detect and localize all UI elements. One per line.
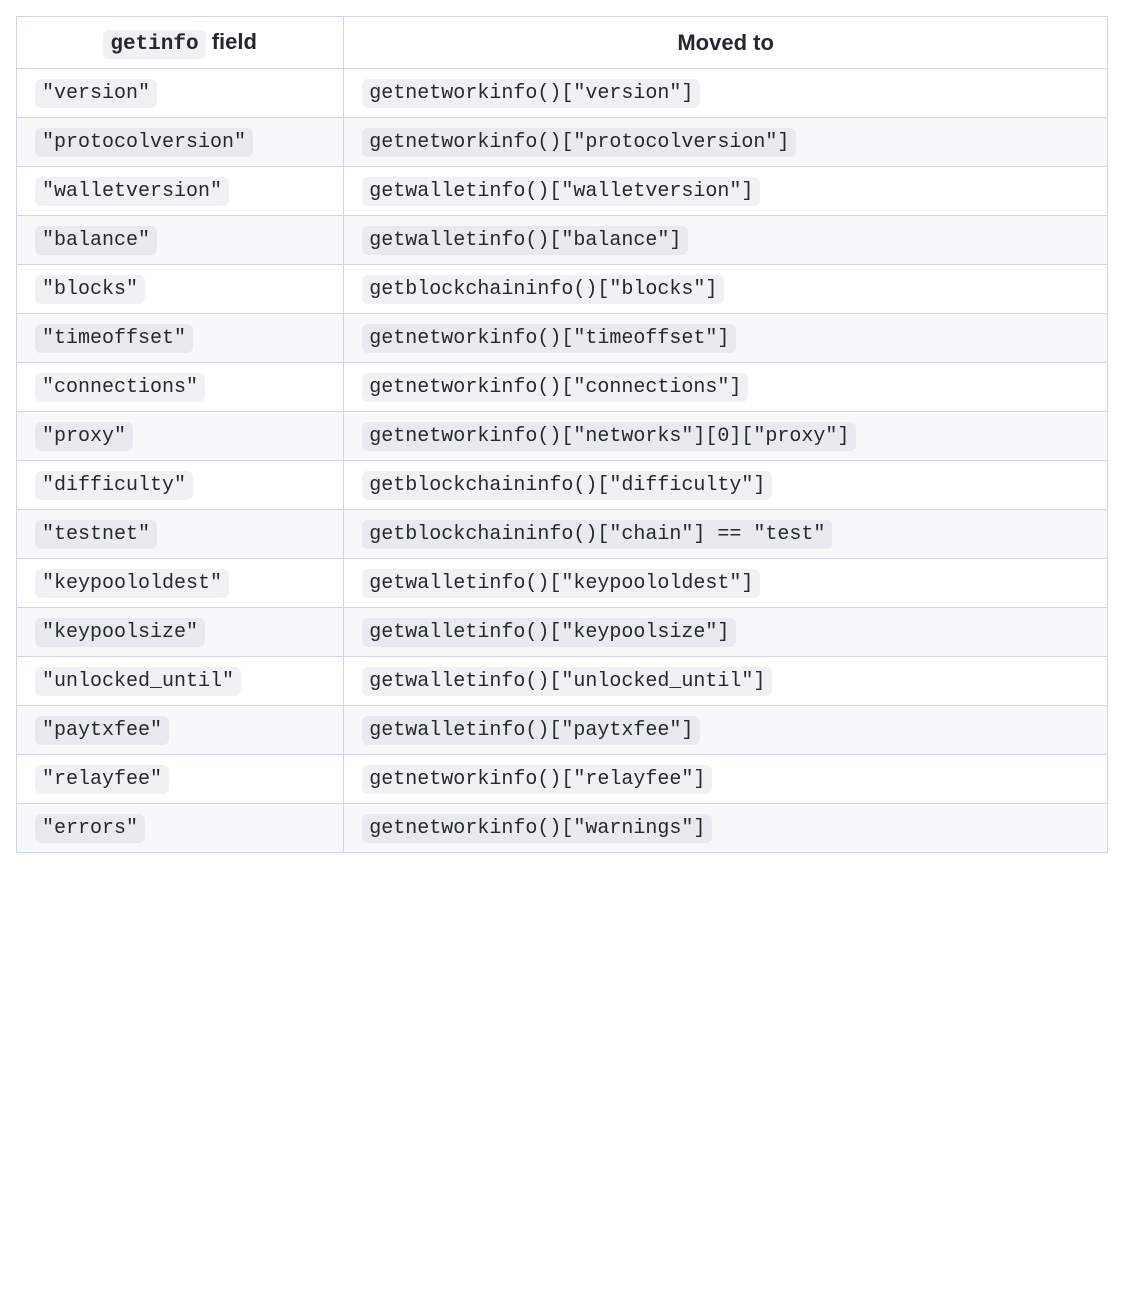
table-row: "difficulty" getblockchaininfo()["difficu… — [17, 461, 1108, 510]
moved-code: getnetworkinfo()["connections"] — [362, 373, 748, 402]
field-code: "relayfee" — [35, 765, 169, 794]
cell-field: "difficulty" — [17, 461, 344, 510]
table-body: "version" getnetworkinfo()["version"] "pro… — [17, 69, 1108, 853]
table-row: "walletversion" getwalletinfo()["walletve… — [17, 167, 1108, 216]
cell-field: "keypoololdest" — [17, 559, 344, 608]
column-header-moved: Moved to — [344, 17, 1108, 69]
cell-moved: getwalletinfo()["paytxfee"] — [344, 706, 1108, 755]
table-row: "unlocked_until" getwalletinfo()["unlocke… — [17, 657, 1108, 706]
cell-moved: getwalletinfo()["unlocked_until"] — [344, 657, 1108, 706]
cell-field: "testnet" — [17, 510, 344, 559]
header-text-moved: Moved to — [677, 30, 774, 55]
cell-moved: getblockchaininfo()["chain"] == "test" — [344, 510, 1108, 559]
table-header-row: getinfo field Moved to — [17, 17, 1108, 69]
moved-code: getwalletinfo()["paytxfee"] — [362, 716, 700, 745]
cell-moved: getwalletinfo()["keypoolsize"] — [344, 608, 1108, 657]
cell-moved: getblockchaininfo()["blocks"] — [344, 265, 1108, 314]
cell-field: "balance" — [17, 216, 344, 265]
table-row: "connections" getnetworkinfo()["connectio… — [17, 363, 1108, 412]
moved-code: getwalletinfo()["balance"] — [362, 226, 688, 255]
cell-field: "keypoolsize" — [17, 608, 344, 657]
cell-moved: getwalletinfo()["balance"] — [344, 216, 1108, 265]
field-code: "version" — [35, 79, 157, 108]
moved-code: getblockchaininfo()["difficulty"] — [362, 471, 772, 500]
field-code: "protocolversion" — [35, 128, 253, 157]
cell-moved: getnetworkinfo()["version"] — [344, 69, 1108, 118]
table-row: "blocks" getblockchaininfo()["blocks"] — [17, 265, 1108, 314]
cell-moved: getnetworkinfo()["protocolversion"] — [344, 118, 1108, 167]
field-code: "balance" — [35, 226, 157, 255]
table-row: "protocolversion" getnetworkinfo()["proto… — [17, 118, 1108, 167]
cell-moved: getwalletinfo()["walletversion"] — [344, 167, 1108, 216]
cell-field: "walletversion" — [17, 167, 344, 216]
field-code: "difficulty" — [35, 471, 193, 500]
table-row: "paytxfee" getwalletinfo()["paytxfee"] — [17, 706, 1108, 755]
column-header-field: getinfo field — [17, 17, 344, 69]
cell-field: "blocks" — [17, 265, 344, 314]
table-row: "relayfee" getnetworkinfo()["relayfee"] — [17, 755, 1108, 804]
cell-moved: getnetworkinfo()["timeoffset"] — [344, 314, 1108, 363]
moved-code: getnetworkinfo()["protocolversion"] — [362, 128, 796, 157]
moved-code: getwalletinfo()["keypoolsize"] — [362, 618, 736, 647]
moved-code: getnetworkinfo()["version"] — [362, 79, 700, 108]
table-row: "errors" getnetworkinfo()["warnings"] — [17, 804, 1108, 853]
cell-moved: getnetworkinfo()["connections"] — [344, 363, 1108, 412]
table-row: "keypoolsize" getwalletinfo()["keypoolsiz… — [17, 608, 1108, 657]
cell-moved: getnetworkinfo()["relayfee"] — [344, 755, 1108, 804]
table-row: "balance" getwalletinfo()["balance"] — [17, 216, 1108, 265]
cell-moved: getnetworkinfo()["warnings"] — [344, 804, 1108, 853]
field-code: "connections" — [35, 373, 205, 402]
field-code: "proxy" — [35, 422, 133, 451]
cell-field: "errors" — [17, 804, 344, 853]
cell-moved: getnetworkinfo()["networks"][0]["proxy"] — [344, 412, 1108, 461]
cell-field: "unlocked_until" — [17, 657, 344, 706]
field-code: "keypoolsize" — [35, 618, 205, 647]
cell-field: "version" — [17, 69, 344, 118]
moved-code: getblockchaininfo()["chain"] == "test" — [362, 520, 832, 549]
cell-field: "connections" — [17, 363, 344, 412]
table-row: "proxy" getnetworkinfo()["networks"][0]["… — [17, 412, 1108, 461]
cell-field: "paytxfee" — [17, 706, 344, 755]
cell-field: "proxy" — [17, 412, 344, 461]
field-code: "blocks" — [35, 275, 145, 304]
moved-code: getwalletinfo()["walletversion"] — [362, 177, 760, 206]
cell-field: "timeoffset" — [17, 314, 344, 363]
moved-code: getwalletinfo()["keypoololdest"] — [362, 569, 760, 598]
field-code: "testnet" — [35, 520, 157, 549]
migration-table: getinfo field Moved to "version" getnetwo… — [16, 16, 1108, 853]
field-code: "timeoffset" — [35, 324, 193, 353]
field-code: "errors" — [35, 814, 145, 843]
table-row: "timeoffset" getnetworkinfo()["timeoffset… — [17, 314, 1108, 363]
moved-code: getblockchaininfo()["blocks"] — [362, 275, 724, 304]
field-code: "keypoololdest" — [35, 569, 229, 598]
cell-field: "protocolversion" — [17, 118, 344, 167]
field-code: "walletversion" — [35, 177, 229, 206]
moved-code: getwalletinfo()["unlocked_until"] — [362, 667, 772, 696]
cell-moved: getblockchaininfo()["difficulty"] — [344, 461, 1108, 510]
moved-code: getnetworkinfo()["relayfee"] — [362, 765, 712, 794]
header-code-getinfo: getinfo — [103, 30, 205, 59]
field-code: "paytxfee" — [35, 716, 169, 745]
moved-code: getnetworkinfo()["warnings"] — [362, 814, 712, 843]
table-row: "testnet" getblockchaininfo()["chain"] ==… — [17, 510, 1108, 559]
cell-moved: getwalletinfo()["keypoololdest"] — [344, 559, 1108, 608]
field-code: "unlocked_until" — [35, 667, 241, 696]
moved-code: getnetworkinfo()["networks"][0]["proxy"] — [362, 422, 856, 451]
table-row: "keypoololdest" getwalletinfo()["keypoolo… — [17, 559, 1108, 608]
moved-code: getnetworkinfo()["timeoffset"] — [362, 324, 736, 353]
header-text-field: field — [206, 29, 257, 54]
cell-field: "relayfee" — [17, 755, 344, 804]
table-row: "version" getnetworkinfo()["version"] — [17, 69, 1108, 118]
